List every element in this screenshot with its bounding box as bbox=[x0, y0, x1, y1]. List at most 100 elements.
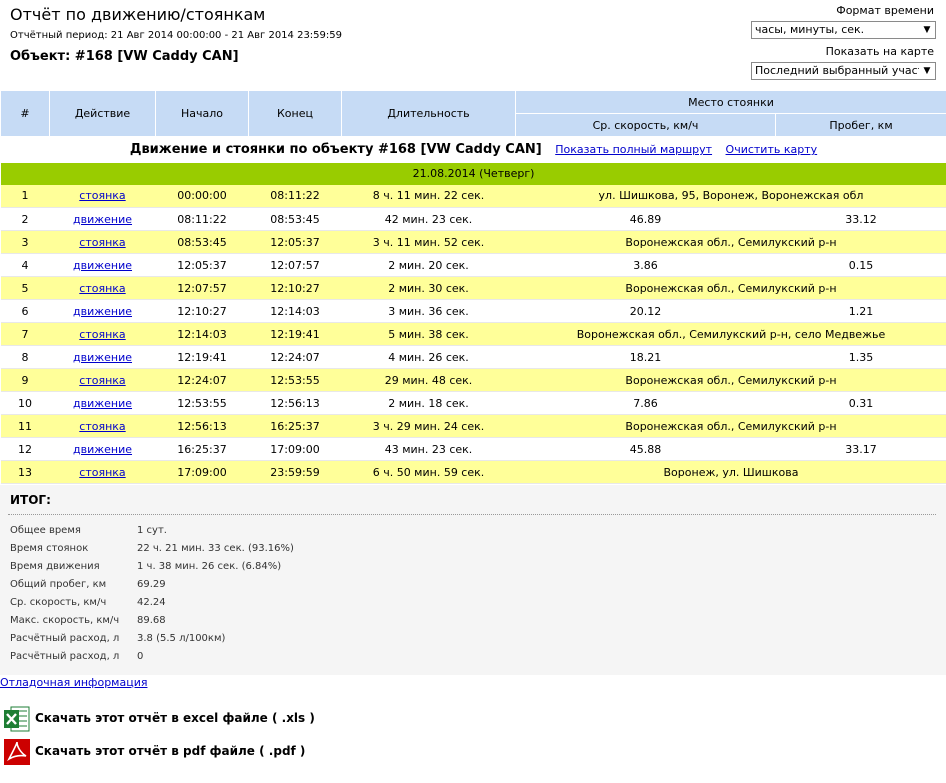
end-time: 08:53:45 bbox=[248, 207, 342, 231]
start-time: 12:07:57 bbox=[155, 276, 249, 300]
summary-value: 22 ч. 21 мин. 33 сек. (93.16%) bbox=[137, 542, 294, 554]
summary-label: Макс. скорость, км/ч bbox=[10, 614, 120, 626]
summary-label: Общий пробег, км bbox=[10, 578, 107, 590]
place: Воронежская обл., Семилукский р-н bbox=[515, 230, 946, 254]
start-time: 12:53:55 bbox=[155, 391, 249, 415]
row-num: 9 bbox=[0, 368, 50, 392]
action-link[interactable]: стоянка bbox=[79, 420, 125, 433]
avg-speed: 45.88 bbox=[515, 437, 776, 461]
section-header: Движение и стоянки по объекту #168 [VW C… bbox=[0, 136, 946, 163]
duration: 8 ч. 11 мин. 22 сек. bbox=[341, 184, 516, 208]
mileage: 1.35 bbox=[775, 345, 946, 369]
summary-row: Время движения 1 ч. 38 мин. 26 сек. (6.84… bbox=[10, 557, 294, 575]
action-link[interactable]: стоянка bbox=[79, 282, 125, 295]
action-cell: стоянка bbox=[49, 276, 156, 300]
summary-table: Общее время 1 сут. Время стоянок 22 ч. 21 м… bbox=[10, 521, 294, 665]
table-row: 10 движение 12:53:55 12:56:13 2 мин. 18 сек.… bbox=[0, 391, 946, 415]
avg-speed: 3.86 bbox=[515, 253, 776, 277]
column-header-duration: Длительность bbox=[341, 90, 516, 137]
clear-map-link[interactable]: Очистить карту bbox=[726, 143, 818, 156]
action-link[interactable]: движение bbox=[73, 351, 132, 364]
duration: 6 ч. 50 мин. 59 сек. bbox=[341, 460, 516, 484]
action-link[interactable]: движение bbox=[73, 259, 132, 272]
show-full-route-link[interactable]: Показать полный маршрут bbox=[555, 143, 712, 156]
start-time: 12:24:07 bbox=[155, 368, 249, 392]
action-cell: движение bbox=[49, 207, 156, 231]
download-pdf[interactable]: Скачать этот отчёт в pdf файле ( .pdf ) bbox=[3, 738, 403, 770]
table-row: 2 движение 08:11:22 08:53:45 42 мин. 23 сек.… bbox=[0, 207, 946, 231]
column-header-place: Место стоянки bbox=[514, 90, 946, 114]
row-num: 1 bbox=[0, 184, 50, 208]
start-time: 12:56:13 bbox=[155, 414, 249, 438]
report-period: Отчётный период: 21 Авг 2014 00:00:00 - … bbox=[10, 30, 342, 41]
column-header-end: Конец bbox=[248, 90, 342, 137]
report-title: Отчёт по движению/стоянкам bbox=[10, 5, 266, 24]
action-link[interactable]: движение bbox=[73, 443, 132, 456]
date-group-row: 21.08.2014 (Четверг) bbox=[0, 162, 946, 185]
summary-value: 42.24 bbox=[137, 596, 166, 608]
column-header-avg-speed: Ср. скорость, км/ч bbox=[515, 113, 776, 137]
duration: 4 мин. 26 сек. bbox=[341, 345, 516, 369]
mileage: 33.17 bbox=[775, 437, 946, 461]
start-time: 08:53:45 bbox=[155, 230, 249, 254]
action-link[interactable]: стоянка bbox=[79, 189, 125, 202]
duration: 3 ч. 29 мин. 24 сек. bbox=[341, 414, 516, 438]
duration: 43 мин. 23 сек. bbox=[341, 437, 516, 461]
summary-value: 1 сут. bbox=[137, 524, 167, 536]
row-num: 6 bbox=[0, 299, 50, 323]
start-time: 16:25:37 bbox=[155, 437, 249, 461]
start-time: 12:05:37 bbox=[155, 253, 249, 277]
action-cell: стоянка bbox=[49, 414, 156, 438]
end-time: 12:14:03 bbox=[248, 299, 342, 323]
report-header: Отчёт по движению/стоянкам Отчётный пери… bbox=[0, 0, 946, 90]
row-num: 10 bbox=[0, 391, 50, 415]
row-num: 7 bbox=[0, 322, 50, 346]
debug-info-link[interactable]: Отладочная информация bbox=[0, 676, 147, 689]
place: Воронеж, ул. Шишкова bbox=[515, 460, 946, 484]
duration: 42 мин. 23 сек. bbox=[341, 207, 516, 231]
show-on-map-label: Показать на карте bbox=[825, 45, 934, 58]
row-num: 3 bbox=[0, 230, 50, 254]
start-time: 17:09:00 bbox=[155, 460, 249, 484]
action-link[interactable]: стоянка bbox=[79, 328, 125, 341]
end-time: 12:53:55 bbox=[248, 368, 342, 392]
place: Воронежская обл., Семилукский р-н, село … bbox=[515, 322, 946, 346]
action-link[interactable]: стоянка bbox=[79, 466, 125, 479]
download-excel-label: Скачать этот отчёт в excel файле ( .xls … bbox=[35, 711, 315, 725]
excel-file-icon bbox=[4, 706, 30, 732]
table-row: 13 стоянка 17:09:00 23:59:59 6 ч. 50 мин. 59… bbox=[0, 460, 946, 484]
dropdown-arrow-icon: ▼ bbox=[919, 22, 935, 38]
row-num: 13 bbox=[0, 460, 50, 484]
avg-speed: 46.89 bbox=[515, 207, 776, 231]
report-table: # Действие Начало Конец Длительность Мес… bbox=[0, 90, 946, 484]
row-num: 2 bbox=[0, 207, 50, 231]
action-link[interactable]: стоянка bbox=[79, 236, 125, 249]
time-format-select[interactable]: часы, минуты, сек. ▼ bbox=[751, 21, 936, 39]
summary-value: 89.68 bbox=[137, 614, 166, 626]
column-header-num: # bbox=[0, 90, 50, 137]
action-cell: стоянка bbox=[49, 230, 156, 254]
table-row: 6 движение 12:10:27 12:14:03 3 мин. 36 сек. 2… bbox=[0, 299, 946, 323]
mileage: 1.21 bbox=[775, 299, 946, 323]
start-time: 12:14:03 bbox=[155, 322, 249, 346]
summary-label: Ср. скорость, км/ч bbox=[10, 596, 107, 608]
column-header-start: Начало bbox=[155, 90, 249, 137]
end-time: 23:59:59 bbox=[248, 460, 342, 484]
summary-row: Расчётный расход, л 0 bbox=[10, 647, 294, 665]
row-num: 12 bbox=[0, 437, 50, 461]
table-row: 4 движение 12:05:37 12:07:57 2 мин. 20 сек. 3… bbox=[0, 253, 946, 277]
action-link[interactable]: стоянка bbox=[79, 374, 125, 387]
end-time: 08:11:22 bbox=[248, 184, 342, 208]
row-num: 5 bbox=[0, 276, 50, 300]
place: Воронежская обл., Семилукский р-н bbox=[515, 414, 946, 438]
show-on-map-select[interactable]: Последний выбранный участок ▼ bbox=[751, 62, 936, 80]
avg-speed: 7.86 bbox=[515, 391, 776, 415]
table-row: 7 стоянка 12:14:03 12:19:41 5 мин. 38 сек. Во… bbox=[0, 322, 946, 346]
action-cell: движение bbox=[49, 437, 156, 461]
download-excel[interactable]: Скачать этот отчёт в excel файле ( .xls … bbox=[3, 705, 403, 737]
summary-value: 1 ч. 38 мин. 26 сек. (6.84%) bbox=[137, 560, 282, 572]
action-link[interactable]: движение bbox=[73, 397, 132, 410]
action-link[interactable]: движение bbox=[73, 213, 132, 226]
report-object: Объект: #168 [VW Caddy CAN] bbox=[10, 49, 239, 64]
action-link[interactable]: движение bbox=[73, 305, 132, 318]
